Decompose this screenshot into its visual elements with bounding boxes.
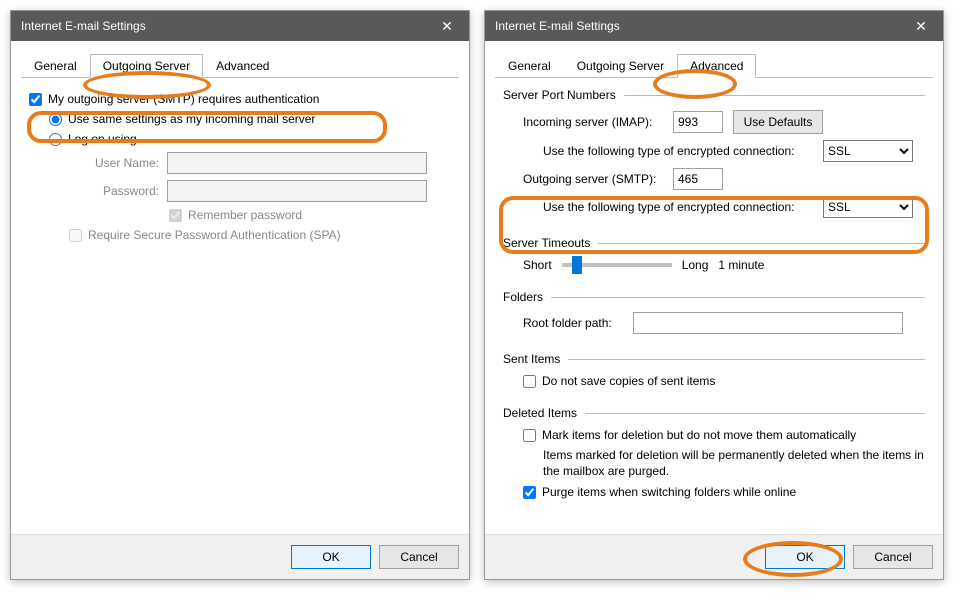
outgoing-port-input[interactable] (673, 168, 723, 190)
log-on-using-label: Log on using (68, 132, 137, 146)
deleted-items-group: Deleted Items Mark items for deletion bu… (503, 406, 925, 507)
require-spa-checkbox[interactable] (69, 229, 82, 242)
close-icon[interactable]: ✕ (425, 11, 469, 41)
username-label: User Name: (69, 156, 159, 170)
remember-password-label: Remember password (188, 208, 302, 222)
close-icon[interactable]: ✕ (899, 11, 943, 41)
deleted-legend: Deleted Items (503, 406, 585, 420)
window-title: Internet E-mail Settings (21, 19, 146, 33)
tab-general[interactable]: General (495, 54, 564, 78)
server-ports-legend: Server Port Numbers (503, 88, 624, 102)
dialog-container: Internet E-mail Settings ✕ General Outgo… (10, 10, 961, 580)
remember-password-checkbox[interactable] (169, 209, 182, 222)
purge-items-checkbox[interactable] (523, 486, 536, 499)
outgoing-port-label: Outgoing server (SMTP): (523, 172, 673, 186)
log-on-using-radio[interactable] (49, 133, 62, 146)
outgoing-server-dialog: Internet E-mail Settings ✕ General Outgo… (10, 10, 470, 580)
incoming-port-input[interactable] (673, 111, 723, 133)
mark-deletion-checkbox[interactable] (523, 429, 536, 442)
dialog-body: My outgoing server (SMTP) requires authe… (11, 78, 469, 534)
incoming-port-label: Incoming server (IMAP): (523, 115, 673, 129)
titlebar: Internet E-mail Settings ✕ (11, 11, 469, 41)
dialog-footer: OK Cancel (11, 534, 469, 579)
ok-button[interactable]: OK (291, 545, 371, 569)
smtp-auth-label: My outgoing server (SMTP) requires authe… (48, 92, 319, 106)
password-label: Password: (69, 184, 159, 198)
folders-group: Folders Root folder path: (503, 290, 925, 342)
require-spa-label: Require Secure Password Authentication (… (88, 228, 341, 242)
purge-items-label: Purge items when switching folders while… (542, 485, 796, 499)
sent-legend: Sent Items (503, 352, 568, 366)
tabstrip: General Outgoing Server Advanced (495, 53, 933, 78)
username-input[interactable] (167, 152, 427, 174)
ok-button[interactable]: OK (765, 545, 845, 569)
same-settings-label: Use same settings as my incoming mail se… (68, 112, 315, 126)
folders-legend: Folders (503, 290, 551, 304)
short-label: Short (523, 258, 552, 272)
root-folder-input[interactable] (633, 312, 903, 334)
incoming-encryption-select[interactable]: SSL (823, 140, 913, 162)
mark-deletion-label: Mark items for deletion but do not move … (542, 428, 856, 442)
dialog-footer: OK Cancel (485, 534, 943, 579)
tab-advanced[interactable]: Advanced (203, 54, 282, 78)
titlebar: Internet E-mail Settings ✕ (485, 11, 943, 41)
window-title: Internet E-mail Settings (495, 19, 620, 33)
server-timeouts-group: Server Timeouts Short Long 1 minute (503, 236, 925, 280)
advanced-dialog: Internet E-mail Settings ✕ General Outgo… (484, 10, 944, 580)
root-folder-label: Root folder path: (523, 316, 633, 330)
incoming-encryption-label: Use the following type of encrypted conn… (543, 144, 823, 158)
timeout-value: 1 minute (718, 258, 764, 272)
cancel-button[interactable]: Cancel (379, 545, 459, 569)
no-save-copies-label: Do not save copies of sent items (542, 374, 715, 388)
long-label: Long (682, 258, 709, 272)
no-save-copies-checkbox[interactable] (523, 375, 536, 388)
use-defaults-button[interactable]: Use Defaults (733, 110, 823, 134)
tab-outgoing-server[interactable]: Outgoing Server (90, 54, 203, 78)
same-settings-radio[interactable] (49, 113, 62, 126)
tabstrip: General Outgoing Server Advanced (21, 53, 459, 78)
tab-advanced[interactable]: Advanced (677, 54, 756, 78)
timeouts-legend: Server Timeouts (503, 236, 598, 250)
server-port-numbers-group: Server Port Numbers Incoming server (IMA… (503, 88, 925, 226)
tab-general[interactable]: General (21, 54, 90, 78)
password-input[interactable] (167, 180, 427, 202)
dialog-body: Server Port Numbers Incoming server (IMA… (485, 78, 943, 534)
sent-items-group: Sent Items Do not save copies of sent it… (503, 352, 925, 396)
outgoing-encryption-label: Use the following type of encrypted conn… (543, 200, 823, 214)
outgoing-encryption-select[interactable]: SSL (823, 196, 913, 218)
timeout-slider[interactable] (562, 263, 672, 267)
cancel-button[interactable]: Cancel (853, 545, 933, 569)
smtp-auth-checkbox[interactable] (29, 93, 42, 106)
tab-outgoing-server[interactable]: Outgoing Server (564, 54, 677, 78)
deletion-note: Items marked for deletion will be perman… (543, 448, 925, 479)
